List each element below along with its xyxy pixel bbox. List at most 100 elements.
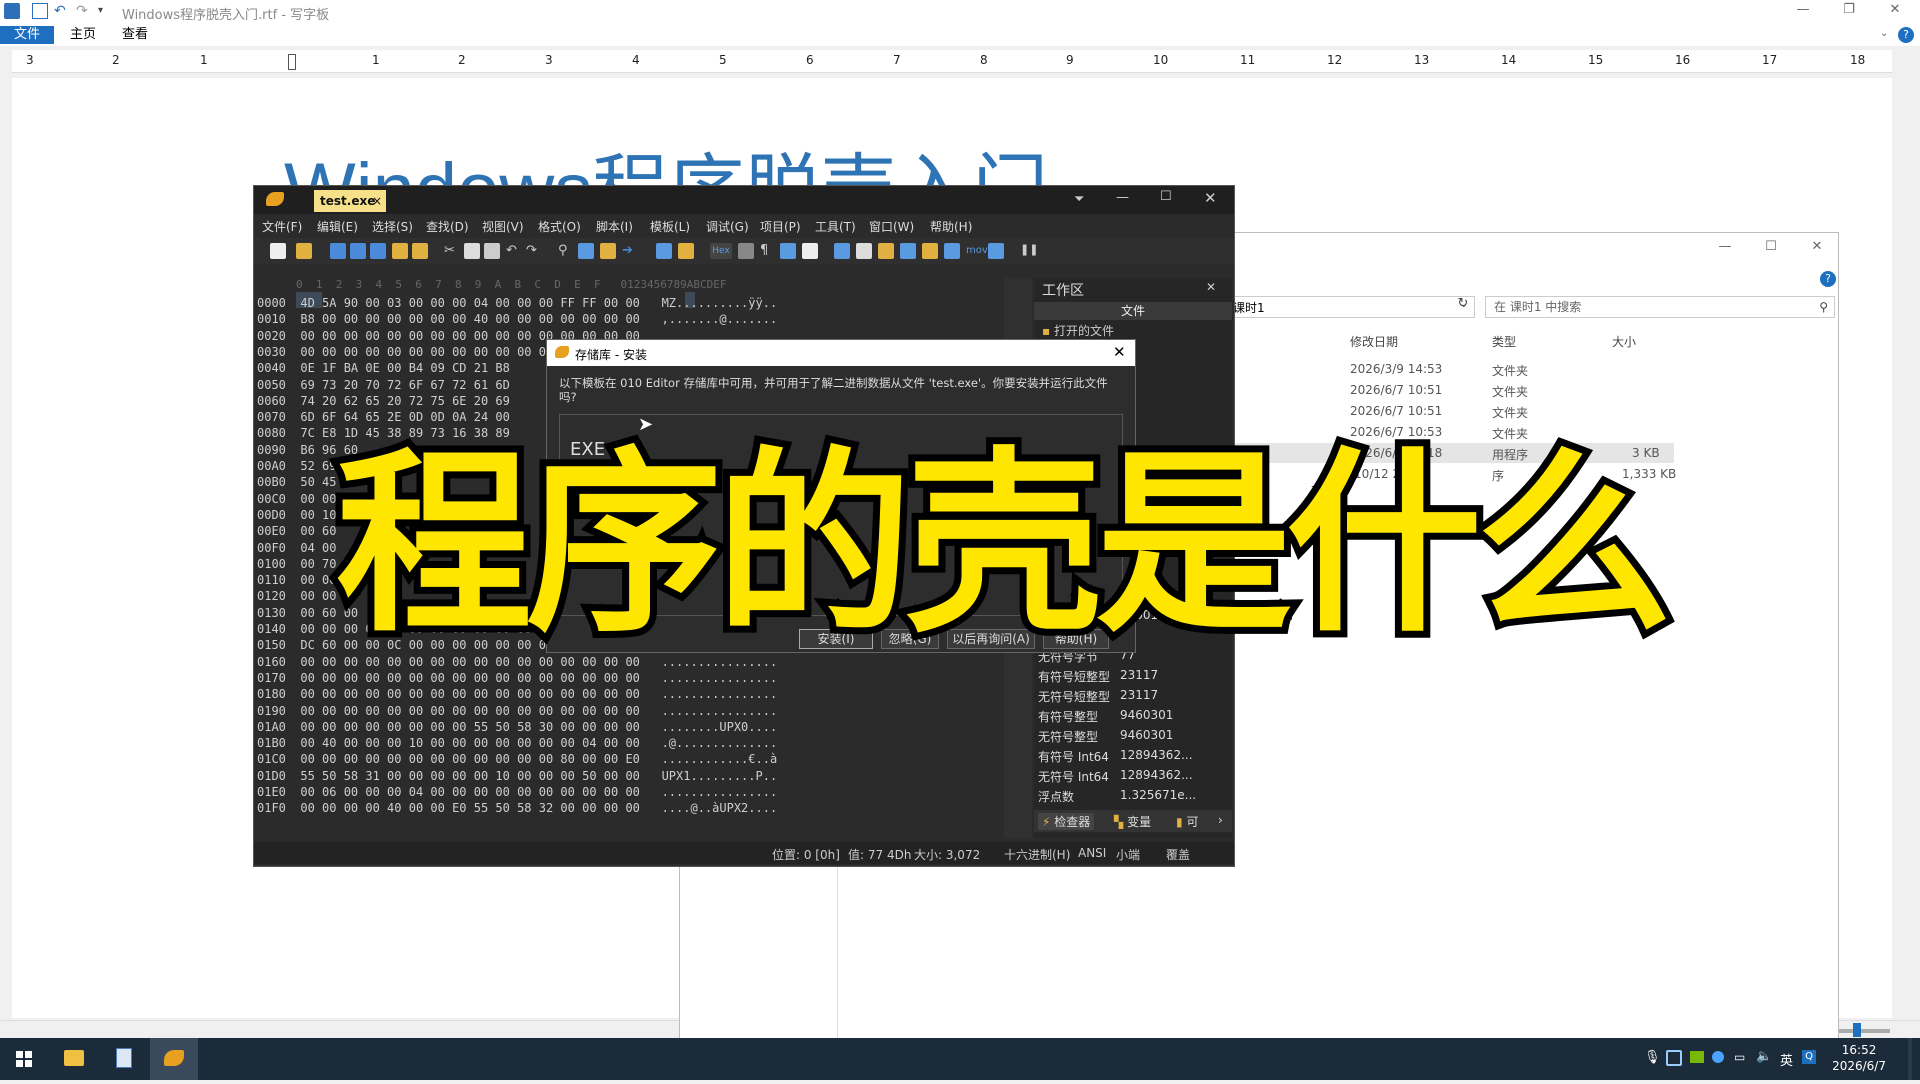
tab-home[interactable]: 主页: [56, 26, 110, 44]
hex-row[interactable]: 01D0 55 50 58 31 00 00 00 00 00 10 00 00…: [257, 768, 777, 784]
tab-test-exe[interactable]: test.exe ×: [314, 190, 386, 212]
workspace-icon[interactable]: [412, 243, 428, 259]
ribbon-collapse-icon[interactable]: ⌄: [1880, 28, 1888, 39]
dialog-close-button[interactable]: ✕: [1113, 343, 1126, 361]
save-icon[interactable]: [32, 3, 48, 19]
hex-row[interactable]: 01B0 00 40 00 00 00 10 00 00 00 00 00 00…: [257, 735, 777, 751]
template-icon[interactable]: [856, 243, 872, 259]
checksum-icon[interactable]: [922, 243, 938, 259]
indent-marker[interactable]: [288, 54, 296, 70]
search-input[interactable]: 在 课时1 中搜索 ⚲: [1485, 296, 1835, 318]
undo-icon[interactable]: ↶: [54, 3, 70, 19]
inspector-row[interactable]: 无符号 Int64 12894362...: [1038, 768, 1228, 786]
undo-icon[interactable]: ↶: [506, 243, 522, 259]
calculator-icon[interactable]: [834, 243, 850, 259]
inspector-row[interactable]: 浮点数 1.325671e...: [1038, 788, 1228, 806]
status-endian[interactable]: 小端: [1116, 846, 1140, 863]
paste-icon[interactable]: [484, 243, 500, 259]
tray-circle-icon[interactable]: [1712, 1051, 1724, 1063]
menu-view[interactable]: 视图(V): [482, 218, 524, 235]
editor-close-button[interactable]: ✕: [1204, 189, 1217, 207]
explorer-maximize-button[interactable]: ☐: [1756, 239, 1786, 257]
menu-help[interactable]: 帮助(H): [930, 218, 972, 235]
menu-debug[interactable]: 调试(G): [706, 218, 749, 235]
redo-icon[interactable]: ↷: [526, 243, 542, 259]
panel-close-icon[interactable]: ✕: [1206, 280, 1216, 294]
hex-row[interactable]: 0100 00 70: [257, 556, 336, 572]
start-button[interactable]: [0, 1038, 48, 1080]
ruler[interactable]: 3 2 1 1 2 3 4 5 6 7 8 9 10 11 12 13 14 1…: [12, 50, 1892, 73]
clock[interactable]: 16:52 2026/6/7: [1832, 1042, 1886, 1074]
menu-script[interactable]: 脚本(I): [596, 218, 633, 235]
inspector-row[interactable]: 有符号短整型 23117: [1038, 668, 1228, 686]
goto-icon[interactable]: ➔: [622, 243, 638, 259]
refresh-icon[interactable]: ↻: [1453, 296, 1473, 316]
editor-minimize-button[interactable]: —: [1116, 190, 1129, 205]
hex-row[interactable]: 01E0 00 06 00 00 00 04 00 00 00 00 00 00…: [257, 784, 777, 800]
columns-icon[interactable]: [780, 243, 796, 259]
file-explorer-taskbar-button[interactable]: [50, 1038, 98, 1080]
hex-row[interactable]: 0060 74 20 62 65 20 72 75 6E 20 69: [257, 393, 510, 409]
qq-icon[interactable]: Q: [1802, 1050, 1816, 1064]
text-mode-icon[interactable]: [738, 243, 754, 259]
debug-icon[interactable]: [988, 243, 1004, 259]
save-as-icon[interactable]: [350, 243, 366, 259]
script-icon[interactable]: [878, 243, 894, 259]
tab-variables[interactable]: ▚ 变量: [1114, 813, 1151, 830]
hex-row[interactable]: 0180 00 00 00 00 00 00 00 00 00 00 00 00…: [257, 686, 777, 702]
hex-row[interactable]: 00D0 00 10: [257, 507, 336, 523]
nvidia-icon[interactable]: [1690, 1051, 1704, 1063]
zoom-slider-thumb[interactable]: [1853, 1023, 1861, 1037]
tab-file[interactable]: 文件: [0, 26, 54, 44]
column-date[interactable]: 修改日期: [1350, 333, 1398, 350]
inspector-row[interactable]: 有符号整型 9460301: [1038, 708, 1228, 726]
find-icon[interactable]: ⚲: [558, 243, 574, 259]
redo-icon[interactable]: ↷: [76, 3, 92, 19]
hex-row[interactable]: 00A0 52 69: [257, 458, 336, 474]
column-size[interactable]: 大小: [1612, 333, 1636, 350]
explorer-close-button[interactable]: ✕: [1802, 239, 1832, 257]
file-row[interactable]: 2026/6/7 10:51 文件夹: [1228, 401, 1920, 421]
microphone-icon[interactable]: 🎙: [1644, 1050, 1661, 1065]
open-files-item[interactable]: ▪ 打开的文件: [1042, 322, 1114, 339]
menu-window[interactable]: 窗口(W): [869, 218, 914, 235]
menu-file[interactable]: 文件(F): [262, 218, 302, 235]
menu-find[interactable]: 查找(D): [426, 218, 469, 235]
vertical-scrollbar[interactable]: [1898, 76, 1916, 1016]
hex-row[interactable]: 0000 4D 5A 90 00 03 00 00 00 04 00 00 00…: [257, 295, 777, 311]
customize-quick-access-icon[interactable]: ▾: [98, 3, 114, 19]
find-in-files-icon[interactable]: [600, 243, 616, 259]
tab-more[interactable]: ▮ 可: [1176, 813, 1198, 830]
file-row[interactable]: 2026/6/7 10:51 文件夹: [1228, 380, 1920, 400]
save-icon[interactable]: [330, 243, 346, 259]
cut-icon[interactable]: ✂: [444, 243, 460, 259]
status-mode[interactable]: 十六进制(H): [1004, 846, 1070, 863]
maximize-button[interactable]: ❐: [1834, 2, 1864, 20]
tab-list-icon[interactable]: ⏷: [1074, 192, 1084, 207]
status-encoding[interactable]: ANSI: [1078, 846, 1106, 860]
hex-row[interactable]: 0040 0E 1F BA 0E 00 B4 09 CD 21 B8: [257, 360, 510, 376]
close-button[interactable]: ✕: [1880, 2, 1910, 20]
menu-project[interactable]: 项目(P): [760, 218, 801, 235]
operations-icon[interactable]: [944, 243, 960, 259]
open-file-icon[interactable]: [296, 243, 312, 259]
replace-icon[interactable]: [578, 243, 594, 259]
status-overwrite[interactable]: 覆盖: [1166, 846, 1190, 863]
close-icon[interactable]: ×: [372, 190, 382, 212]
hex-row[interactable]: 0190 00 00 00 00 00 00 00 00 00 00 00 00…: [257, 703, 777, 719]
inspector-row[interactable]: 有符号 Int64 12894362...: [1038, 748, 1228, 766]
volume-icon[interactable]: 🔈: [1756, 1049, 1772, 1064]
inspector-row[interactable]: 无符号短整型 23117: [1038, 688, 1228, 706]
help-icon[interactable]: ?: [1898, 27, 1914, 43]
tab-view[interactable]: 查看: [108, 26, 162, 44]
hex-row[interactable]: 01A0 00 00 00 00 00 00 00 00 55 50 58 30…: [257, 719, 777, 735]
hex-row[interactable]: 0050 69 73 20 70 72 6F 67 72 61 6D: [257, 377, 510, 393]
menu-template[interactable]: 模板(L): [650, 218, 690, 235]
network-icon[interactable]: ▭: [1734, 1050, 1745, 1064]
save-all-icon[interactable]: [370, 243, 386, 259]
show-desktop-button[interactable]: [1908, 1038, 1912, 1080]
workspace-files-header[interactable]: 文件: [1034, 302, 1232, 320]
hex-row[interactable]: 0070 6D 6F 64 65 2E 0D 0D 0A 24 00: [257, 409, 510, 425]
copy-icon[interactable]: [464, 243, 480, 259]
disassembler-icon[interactable]: mov: [966, 243, 988, 259]
